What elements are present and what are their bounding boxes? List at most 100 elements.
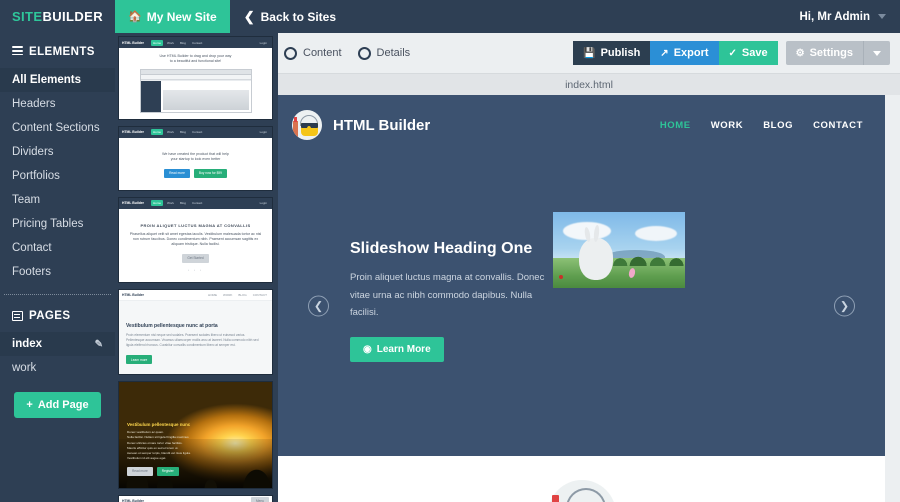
thumb-button-row: Read more Buy now for $99 <box>125 168 266 178</box>
thumb-menu-button: Menu <box>251 496 269 502</box>
thumb-headline: PROIN ALIQUET LUCTUS MAGNA AT CONVALLIS <box>140 222 251 228</box>
sidebar-item-pricing-tables[interactable]: Pricing Tables <box>0 212 115 236</box>
preview-site-header[interactable]: HTML Builder HOME WORK BLOG CONTACT <box>278 95 885 155</box>
slideshow-heading: Slideshow Heading One <box>350 240 533 257</box>
thumb-nav-item: BLOG <box>238 292 247 297</box>
current-site-tab[interactable]: 🏠 My New Site <box>115 0 230 33</box>
save-button[interactable]: ✓ Save <box>718 41 778 65</box>
sidebar-item-team[interactable]: Team <box>0 188 115 212</box>
globe-icon: ◉ <box>363 343 372 355</box>
thumb-body: Use HTML Builder to drag and drop your w… <box>119 48 272 119</box>
caret-down-icon <box>878 14 886 19</box>
page-preview-canvas[interactable]: HTML Builder HOME WORK BLOG CONTACT ❮ ❯ … <box>278 95 885 502</box>
sidebar-item-dividers[interactable]: Dividers <box>0 140 115 164</box>
slideshow-body: Proin aliquet luctus magna at convallis.… <box>350 272 545 319</box>
preview-nav-blog[interactable]: BLOG <box>763 120 793 131</box>
sidebar-item-all-elements[interactable]: All Elements <box>0 68 115 92</box>
back-to-sites-label: Back to Sites <box>260 9 337 24</box>
settings-dropdown-button[interactable] <box>863 41 890 65</box>
radio-icon[interactable] <box>357 46 371 60</box>
thumb-button: Learn more <box>126 355 153 365</box>
thumb-nav-item: Home <box>150 39 163 46</box>
thumb-logo: HTML Builder <box>122 40 144 45</box>
sidebar-page-work[interactable]: work <box>0 356 115 380</box>
thumb-nav-item: Blog <box>179 40 186 45</box>
thumb-text-line: your startup to look even better <box>170 157 221 162</box>
paint-bucket-large-icon <box>547 480 616 502</box>
thumb-nav-item: Blog <box>179 130 186 135</box>
thumb-nav-item: Contact <box>191 40 203 45</box>
preview-nav-contact[interactable]: CONTACT <box>813 120 863 131</box>
thumbnail-hero-centered-text[interactable]: HTML Builder Home Work Blog Contact Logi… <box>118 196 273 283</box>
page-item-label: index <box>12 338 43 350</box>
preview-nav-work[interactable]: WORK <box>711 120 743 131</box>
sidebar-item-content-sections[interactable]: Content Sections <box>0 116 115 140</box>
radio-content-label: Content <box>303 47 342 59</box>
preview-nav-home[interactable]: HOME <box>660 120 691 131</box>
thumb-navbar: HTML Builder Menu <box>119 496 272 502</box>
thumbnail-hero-drag-drop[interactable]: HTML Builder Home Work Blog Contact Logi… <box>118 36 273 120</box>
thumb-button-row: Learn more <box>126 355 265 365</box>
sidebar-item-contact[interactable]: Contact <box>0 236 115 260</box>
sidebar-item-label: All Elements <box>12 74 82 86</box>
slideshow-next-arrow[interactable]: ❯ <box>834 295 855 316</box>
chevron-left-icon: ❮ <box>243 8 255 24</box>
thumb-nav: HOME WORK BLOG CONTACT <box>206 292 269 298</box>
thumb-button: Buy now for $99 <box>193 168 227 178</box>
thumb-nav-item: Contact <box>191 130 203 135</box>
pages-icon <box>12 311 23 321</box>
sidebar-item-label: Contact <box>12 242 52 254</box>
thumbnail-hero-product-cta[interactable]: HTML Builder Home Work Blog Contact Logi… <box>118 125 273 191</box>
thumb-login-link: Login <box>259 130 267 135</box>
thumbnail-hero-grey-photo[interactable]: HTML Builder Menu Vestibulum pellentesqu… <box>118 495 273 502</box>
plus-icon: + <box>26 399 33 411</box>
thumb-button: Register <box>156 466 179 476</box>
sidebar-item-footers[interactable]: Footers <box>0 260 115 284</box>
learn-more-label: Learn More <box>376 343 431 355</box>
thumbnail-hero-light-left[interactable]: HTML Builder HOME WORK BLOG CONTACT Vest… <box>118 288 273 376</box>
thumb-nav-item: Work <box>167 130 174 135</box>
publish-button[interactable]: 💾 Publish <box>573 41 651 65</box>
sitebuilder-app: SITE BUILDER 🏠 My New Site ❮ Back to Site… <box>0 0 900 502</box>
thumb-nav: Home Work Blog Contact <box>150 39 204 46</box>
editor-toolbar: Content Details 💾 Publish ↗ Export ✓ Sav <box>278 33 900 73</box>
radio-details[interactable]: Details <box>357 46 410 60</box>
thumb-navbar: HTML Builder Home Work Blog Contact Logi… <box>119 126 272 138</box>
radio-content[interactable]: Content <box>284 46 342 60</box>
home-icon: 🏠 <box>128 11 142 23</box>
add-page-button[interactable]: + Add Page <box>14 392 101 418</box>
top-bar-spacer <box>350 0 799 33</box>
elements-header-label: ELEMENTS <box>29 46 95 58</box>
thumb-body: Vestibulum pellentesque nunc at porta Pr… <box>119 300 272 375</box>
sidebar-divider <box>4 294 111 295</box>
sidebar-item-label: Portfolios <box>12 170 60 182</box>
thumb-text-line: aliquam tristique. Nulla facilisi. <box>171 242 220 247</box>
learn-more-button[interactable]: ◉ Learn More <box>350 336 444 362</box>
sidebar-item-headers[interactable]: Headers <box>0 92 115 116</box>
gear-icon: ⚙ <box>795 47 805 59</box>
thumbnail-hero-sunset-photo[interactable]: Vestibulum pellentesque nunc Donec vesti… <box>118 381 273 490</box>
element-thumbnail-list[interactable]: HTML Builder Home Work Blog Contact Logi… <box>115 33 278 502</box>
thumb-button-row: Read more Register <box>127 466 234 476</box>
sidebar-item-label: Footers <box>12 266 51 278</box>
thumb-logo: HTML Builder <box>122 130 144 135</box>
slideshow-prev-arrow[interactable]: ❮ <box>308 295 329 316</box>
preview-site-title: HTML Builder <box>333 116 431 134</box>
back-to-sites-link[interactable]: ❮ Back to Sites <box>230 0 350 33</box>
thumb-nav: Home Work Blog Contact <box>150 129 204 136</box>
export-button[interactable]: ↗ Export <box>650 41 719 65</box>
sidebar-item-portfolios[interactable]: Portfolios <box>0 164 115 188</box>
settings-button[interactable]: ⚙ Settings <box>785 41 863 65</box>
thumb-text-line: ligula eleifend rhoncus. Curabitur conva… <box>126 342 236 347</box>
thumb-nav-item: Blog <box>179 201 186 206</box>
user-menu[interactable]: Hi, Mr Admin <box>800 0 900 33</box>
file-tab[interactable]: index.html <box>278 73 900 95</box>
preview-slideshow[interactable]: ❮ ❯ Slideshow Heading One Proin aliquet … <box>278 155 885 456</box>
sidebar-page-index[interactable]: index ✎ <box>0 332 115 356</box>
edit-icon[interactable]: ✎ <box>95 339 103 350</box>
slideshow-text-block: Slideshow Heading One Proin aliquet luct… <box>350 240 550 362</box>
thumb-button: Read more <box>164 168 190 178</box>
current-site-label: My New Site <box>146 9 217 24</box>
radio-icon[interactable] <box>284 46 297 60</box>
thumb-button: Read more <box>127 466 153 476</box>
